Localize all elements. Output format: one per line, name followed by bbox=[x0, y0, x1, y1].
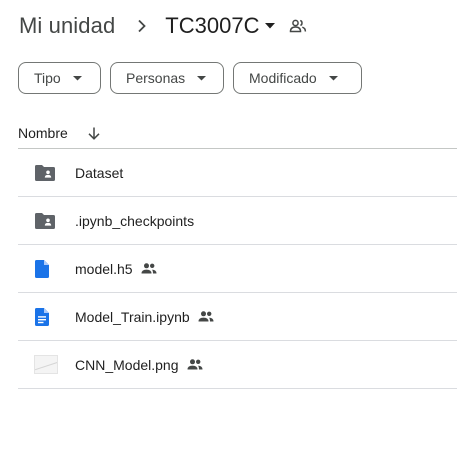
type-filter-chip[interactable]: Tipo bbox=[18, 62, 101, 94]
breadcrumb-current-label: TC3007C bbox=[165, 13, 260, 38]
list-item[interactable]: CNN_Model.png bbox=[18, 341, 457, 389]
people-filter-label: Personas bbox=[126, 70, 186, 86]
list-item[interactable]: Model_Train.ipynb bbox=[18, 293, 457, 341]
type-filter-label: Tipo bbox=[34, 70, 61, 86]
list-header: Nombre bbox=[18, 118, 457, 149]
breadcrumb-root[interactable]: Mi unidad bbox=[19, 13, 115, 39]
breadcrumb-current-folder[interactable]: TC3007C bbox=[165, 13, 276, 39]
filter-bar: Tipo Personas Modificado bbox=[18, 62, 362, 94]
caret-down-icon bbox=[197, 75, 207, 81]
file-name: model.h5 bbox=[75, 260, 133, 277]
file-name: Model_Train.ipynb bbox=[75, 308, 190, 325]
file-name: CNN_Model.png bbox=[75, 356, 179, 373]
image-thumbnail-preview bbox=[34, 355, 58, 374]
shared-people-icon bbox=[187, 359, 203, 370]
shared-folder-icon bbox=[18, 212, 75, 229]
people-icon[interactable] bbox=[289, 19, 307, 33]
chevron-right-icon bbox=[137, 19, 147, 33]
name-column-header[interactable]: Nombre bbox=[18, 125, 68, 141]
list-item[interactable]: .ipynb_checkpoints bbox=[18, 197, 457, 245]
list-item[interactable]: Dataset bbox=[18, 149, 457, 197]
modified-filter-chip[interactable]: Modificado bbox=[233, 62, 362, 94]
breadcrumb: Mi unidad TC3007C bbox=[19, 10, 307, 42]
image-thumbnail bbox=[18, 355, 75, 374]
file-name: .ipynb_checkpoints bbox=[75, 212, 195, 229]
modified-filter-label: Modificado bbox=[249, 70, 317, 86]
arrow-down-icon[interactable] bbox=[88, 127, 100, 140]
people-filter-chip[interactable]: Personas bbox=[110, 62, 224, 94]
file-list: Dataset .ipynb_checkpoints model.h5 Mode… bbox=[18, 149, 457, 389]
caret-down-icon bbox=[328, 75, 338, 81]
shared-folder-icon bbox=[18, 164, 75, 181]
caret-down-icon bbox=[72, 75, 82, 81]
document-icon bbox=[18, 307, 75, 326]
file-icon bbox=[18, 259, 75, 278]
caret-down-icon bbox=[265, 23, 276, 29]
shared-people-icon bbox=[141, 263, 157, 274]
list-item[interactable]: model.h5 bbox=[18, 245, 457, 293]
file-name: Dataset bbox=[75, 164, 124, 181]
shared-people-icon bbox=[198, 311, 214, 322]
